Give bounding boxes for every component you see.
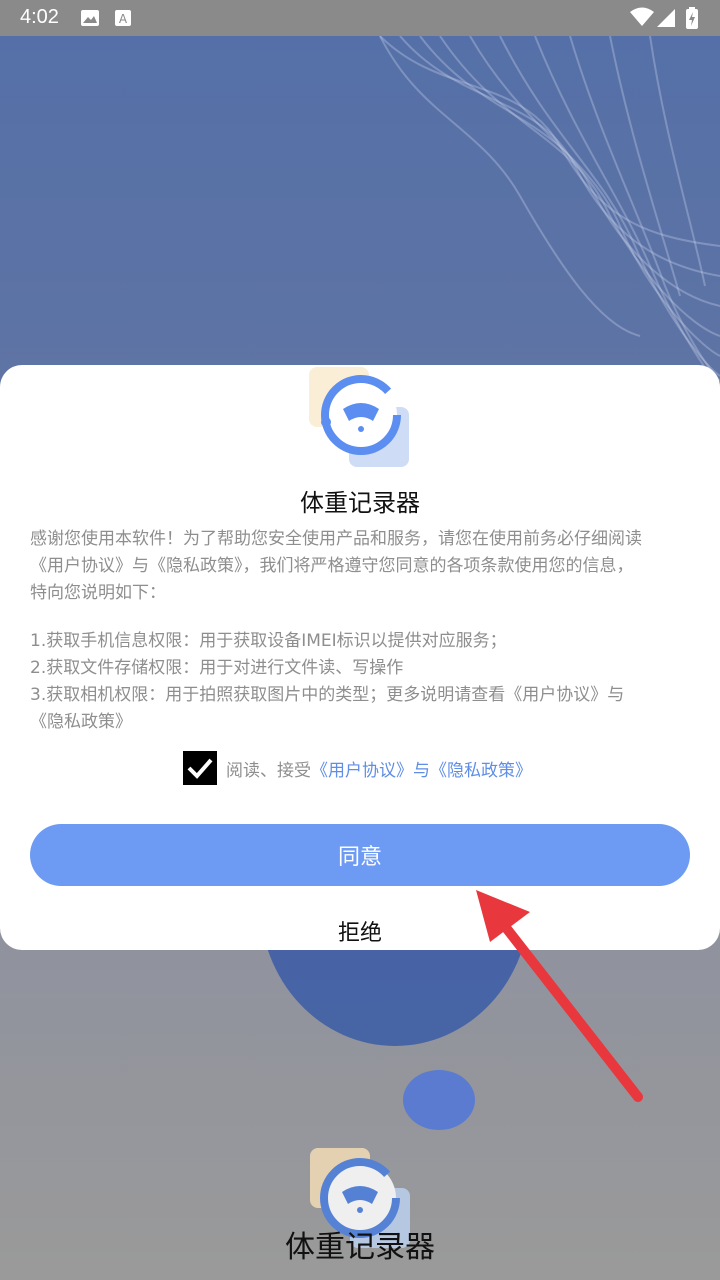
permission-line: 1.获取手机信息权限：用于获取设备IMEI标识以提供对应服务； [30, 631, 507, 651]
app-logo-icon [309, 367, 409, 467]
intro-line: 感谢您使用本软件！为了帮助您安全使用产品和服务，请您在使用前务必仔细阅读 [30, 529, 642, 549]
agree-row: 阅读、接受 《用户协议》与《隐私政策》 [183, 751, 532, 785]
privacy-dialog: 体重记录器 感谢您使用本软件！为了帮助您安全使用产品和服务，请您在使用前务必仔细… [0, 365, 720, 950]
battery-icon [686, 7, 698, 33]
agreement-policy-link[interactable]: 《用户协议》与《隐私政策》 [311, 756, 532, 781]
agree-checkbox[interactable] [183, 751, 217, 785]
image-icon [80, 9, 100, 31]
status-bar: 4:02 A [0, 0, 720, 36]
intro-line: 特向您说明如下： [30, 583, 166, 603]
permission-line: 《隐私政策》 [30, 712, 132, 732]
permissions-text: 1.获取手机信息权限：用于获取设备IMEI标识以提供对应服务； 2.获取文件存储… [30, 628, 700, 736]
signal-icon [656, 8, 676, 32]
agree-label: 阅读、接受 [226, 760, 311, 781]
dialog-title: 体重记录器 [300, 489, 420, 517]
svg-text:A: A [119, 12, 128, 26]
red-arrow [476, 890, 643, 1102]
intro-line: 《用户协议》与《隐私政策》，我们将严格遵守您同意的各项条款使用您的信息， [30, 556, 634, 576]
check-icon [187, 758, 213, 779]
permission-line: 3.获取相机权限：用于拍照获取图片中的类型；更多说明请查看《用户协议》与 [30, 685, 625, 705]
status-time: 4:02 [20, 6, 59, 28]
splash-app-name: 体重记录器 [285, 1230, 435, 1265]
wifi-icon [630, 7, 654, 31]
intro-text: 感谢您使用本软件！为了帮助您安全使用产品和服务，请您在使用前务必仔细阅读 《用户… [30, 526, 700, 607]
font-icon: A [114, 9, 132, 31]
permission-line: 2.获取文件存储权限：用于对进行文件读、写操作 [30, 658, 404, 678]
